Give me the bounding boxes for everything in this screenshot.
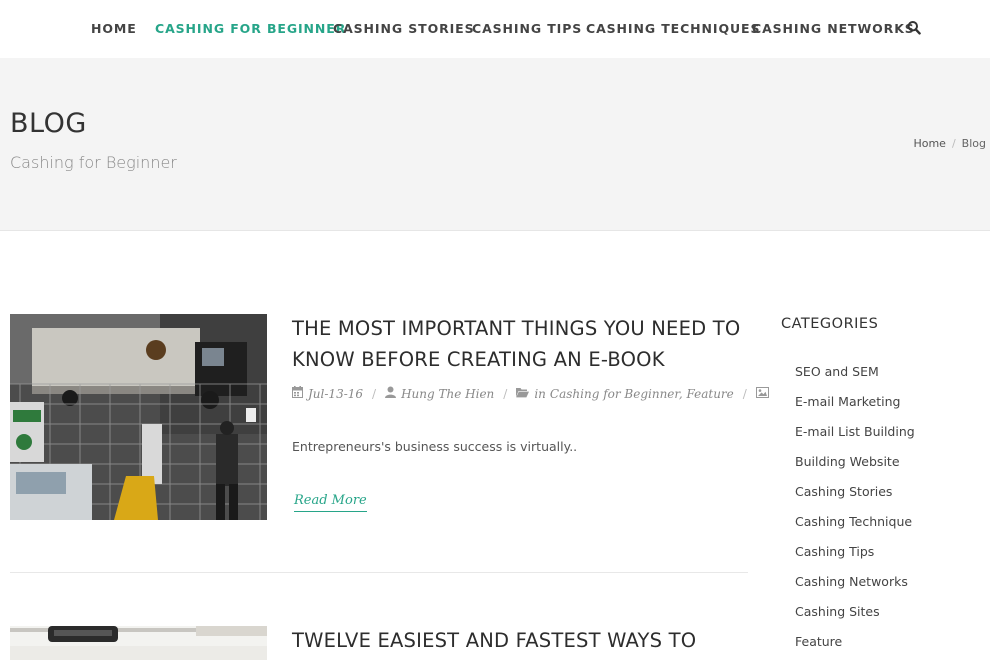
user-icon (385, 386, 397, 401)
nav-cashing-for-beginner[interactable]: CASHING FOR BEGINNER (155, 21, 346, 36)
category-link[interactable]: Building Website (795, 454, 915, 484)
search-icon[interactable] (907, 20, 921, 36)
image-format-icon (755, 386, 769, 401)
nav-cashing-stories[interactable]: CASHING STORIES (333, 21, 475, 36)
breadcrumb: Home / Blog (913, 137, 986, 150)
nav-cashing-networks[interactable]: CASHING NETWORKS (752, 21, 915, 36)
main-nav: HOME CASHING FOR BEGINNER CASHING STORIE… (0, 0, 990, 58)
category-link[interactable]: Feature (795, 634, 915, 660)
post-author[interactable]: Hung The Hien (401, 387, 494, 401)
breadcrumb-home[interactable]: Home (913, 137, 945, 150)
folder-open-icon (516, 387, 530, 401)
post-thumbnail[interactable] (10, 626, 267, 660)
post-meta: Jul-13-16 / Hung The Hien / in Cashing f… (292, 386, 774, 401)
page-header: BLOG Cashing for Beginner Home / Blog (0, 58, 990, 231)
breadcrumb-current: Blog (961, 137, 986, 150)
post-date: Jul-13-16 (308, 386, 364, 401)
breadcrumb-separator: / (951, 137, 956, 150)
nav-cashing-tips[interactable]: CASHING TIPS (472, 21, 582, 36)
category-link[interactable]: Cashing Tips (795, 544, 915, 574)
categories-heading: CATEGORIES (781, 316, 879, 332)
post-title[interactable]: TWELVE EASIEST AND FASTEST WAYS TO CREAT… (292, 625, 742, 660)
page-subtitle: Cashing for Beginner (10, 153, 177, 172)
meta-separator: / (742, 386, 747, 401)
post-divider (10, 572, 748, 573)
category-link[interactable]: E-mail Marketing (795, 394, 915, 424)
category-link[interactable]: Cashing Stories (795, 484, 915, 514)
post-categories[interactable]: Cashing for Beginner, Feature (550, 387, 734, 401)
post-thumbnail[interactable] (10, 314, 267, 520)
calendar-icon (292, 386, 303, 401)
post-excerpt: Entrepreneurs's business success is virt… (292, 439, 578, 454)
meta-separator: / (372, 386, 377, 401)
category-link[interactable]: Cashing Technique (795, 514, 915, 544)
meta-separator: / (503, 386, 508, 401)
nav-home[interactable]: HOME (91, 21, 137, 36)
page-title: BLOG (10, 108, 87, 139)
category-link[interactable]: E-mail List Building (795, 424, 915, 454)
post-categories-prefix: in (534, 386, 546, 401)
post-title[interactable]: THE MOST IMPORTANT THINGS YOU NEED TO KN… (292, 313, 742, 375)
category-link[interactable]: SEO and SEM (795, 364, 915, 394)
category-link[interactable]: Cashing Sites (795, 604, 915, 634)
nav-cashing-techniques[interactable]: CASHING TECHNIQUES (586, 21, 760, 36)
categories-list: SEO and SEM E-mail Marketing E-mail List… (795, 364, 915, 660)
category-link[interactable]: Cashing Networks (795, 574, 915, 604)
read-more-link[interactable]: Read More (294, 493, 367, 512)
